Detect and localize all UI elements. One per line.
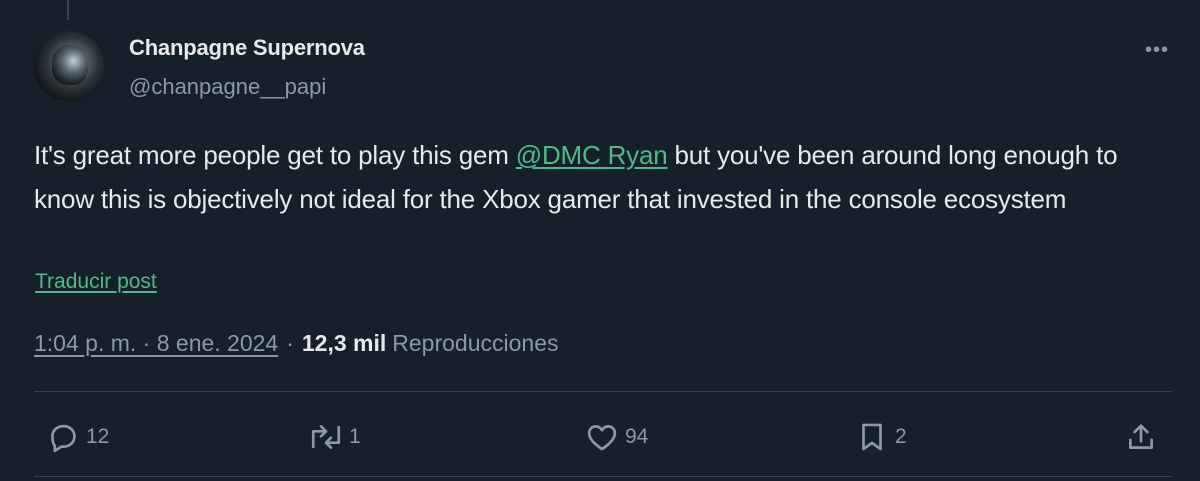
repost-button[interactable]: 1 — [309, 412, 361, 462]
reply-button[interactable]: 12 — [46, 412, 109, 462]
reply-icon — [51, 424, 76, 453]
more-dots-icon[interactable]: ••• — [1142, 38, 1172, 62]
views-label: Reproducciones — [392, 330, 559, 356]
post-detail: Chanpagne Supernova @chanpagne__papi •••… — [0, 0, 1200, 481]
repost-icon — [311, 425, 341, 449]
translate-post-link[interactable]: Traducir post — [35, 270, 157, 294]
bookmark-button[interactable]: 2 — [855, 412, 907, 462]
thread-connector-line — [67, 0, 69, 20]
author-handle[interactable]: @chanpagne__papi — [129, 74, 326, 100]
bookmark-count: 2 — [895, 425, 907, 448]
like-count: 94 — [625, 425, 649, 448]
views-count: 12,3 mil — [301, 330, 387, 356]
mention-link[interactable]: @DMC Ryan — [516, 140, 668, 170]
reply-count: 12 — [86, 425, 110, 448]
post-meta: 1:04 p. m. · 8 ene. 2024 · 12,3 mil Reprodu… — [34, 330, 559, 357]
share-button[interactable] — [1124, 412, 1158, 462]
heart-icon — [587, 425, 617, 451]
divider — [34, 391, 1172, 392]
post-text-part: It's great more people get to play this … — [34, 140, 516, 170]
post-text: It's great more people get to play this … — [34, 133, 1164, 221]
avatar[interactable] — [34, 31, 104, 101]
like-button[interactable]: 94 — [585, 412, 648, 462]
share-icon — [1129, 424, 1153, 449]
repost-count: 1 — [349, 425, 361, 448]
divider — [34, 476, 1172, 477]
meta-separator: · — [286, 330, 294, 356]
action-bar: 12 1 94 2 — [0, 412, 1200, 462]
bookmark-icon — [862, 423, 882, 451]
author-display-name[interactable]: Chanpagne Supernova — [129, 35, 365, 61]
post-timestamp[interactable]: 1:04 p. m. · 8 ene. 2024 — [34, 330, 278, 356]
